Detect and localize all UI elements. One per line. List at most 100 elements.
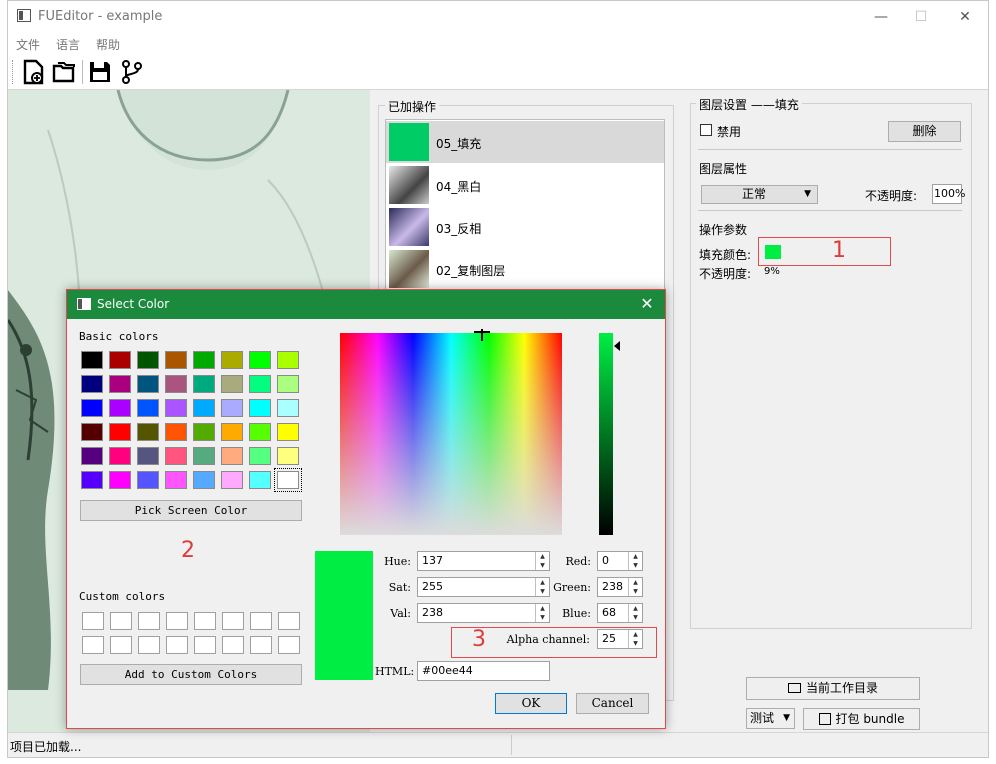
custom-color-swatch[interactable]	[110, 636, 132, 654]
custom-color-swatch[interactable]	[278, 636, 300, 654]
basic-color-swatch[interactable]	[165, 471, 187, 489]
hue-saturation-picker[interactable]	[340, 329, 562, 535]
spin-arrows-icon[interactable]: ▲ ▼	[535, 578, 549, 596]
sat-input[interactable]: 255 ▲ ▼	[417, 577, 550, 597]
basic-color-swatch[interactable]	[109, 399, 131, 417]
basic-color-swatch[interactable]	[165, 447, 187, 465]
list-item[interactable]: 04_黑白	[386, 164, 664, 206]
value-slider-handle-icon[interactable]	[614, 341, 620, 351]
basic-color-swatch[interactable]	[249, 447, 271, 465]
open-folder-icon[interactable]	[52, 59, 76, 85]
basic-color-swatch[interactable]	[165, 399, 187, 417]
save-icon[interactable]	[88, 59, 112, 85]
opacity-input[interactable]: 100%	[932, 184, 965, 204]
custom-color-swatch[interactable]	[110, 612, 132, 630]
basic-color-swatch[interactable]	[277, 423, 299, 441]
basic-color-swatch[interactable]	[137, 447, 159, 465]
html-input[interactable]: #00ee44	[417, 661, 550, 681]
basic-color-swatch[interactable]	[81, 471, 103, 489]
disable-checkbox[interactable]	[700, 124, 712, 136]
pack-bundle-button[interactable]: 打包 bundle	[803, 708, 920, 730]
basic-color-swatch[interactable]	[109, 375, 131, 393]
custom-color-swatch[interactable]	[82, 612, 104, 630]
basic-color-swatch[interactable]	[165, 375, 187, 393]
basic-color-swatch[interactable]	[137, 471, 159, 489]
custom-color-swatch[interactable]	[278, 612, 300, 630]
basic-color-swatch[interactable]	[81, 423, 103, 441]
blue-input[interactable]: 68 ▲ ▼	[597, 603, 643, 623]
basic-color-swatch[interactable]	[81, 375, 103, 393]
mode-select[interactable]: 测试 ▼	[746, 708, 795, 729]
custom-color-swatch[interactable]	[194, 636, 216, 654]
basic-color-swatch[interactable]	[249, 471, 271, 489]
basic-color-swatch[interactable]	[249, 351, 271, 369]
green-input[interactable]: 238 ▲ ▼	[597, 577, 643, 597]
custom-color-swatch[interactable]	[250, 612, 272, 630]
add-custom-colors-button[interactable]: Add to Custom Colors	[80, 664, 302, 685]
custom-color-swatch[interactable]	[194, 612, 216, 630]
basic-color-swatch[interactable]	[274, 468, 302, 492]
delete-button[interactable]: 删除	[888, 121, 961, 142]
spin-arrows-icon[interactable]: ▲ ▼	[628, 630, 642, 648]
maximize-button[interactable]: ☐	[898, 5, 944, 29]
basic-color-swatch[interactable]	[109, 423, 131, 441]
workdir-button[interactable]: 当前工作目录	[746, 677, 920, 700]
basic-color-swatch[interactable]	[277, 375, 299, 393]
basic-color-swatch[interactable]	[193, 447, 215, 465]
basic-color-swatch[interactable]	[109, 351, 131, 369]
basic-color-swatch[interactable]	[277, 351, 299, 369]
basic-color-swatch[interactable]	[221, 447, 243, 465]
branch-icon[interactable]	[120, 59, 144, 85]
custom-color-swatch[interactable]	[166, 636, 188, 654]
red-input[interactable]: 0 ▲ ▼	[597, 551, 643, 571]
val-input[interactable]: 238 ▲ ▼	[417, 603, 550, 623]
basic-color-swatch[interactable]	[221, 423, 243, 441]
basic-color-swatch[interactable]	[109, 471, 131, 489]
basic-color-swatch[interactable]	[137, 423, 159, 441]
pick-screen-color-button[interactable]: Pick Screen Color	[80, 500, 302, 521]
custom-color-swatch[interactable]	[166, 612, 188, 630]
custom-color-swatch[interactable]	[138, 612, 160, 630]
new-file-icon[interactable]	[22, 59, 46, 85]
basic-color-swatch[interactable]	[193, 351, 215, 369]
basic-color-swatch[interactable]	[165, 351, 187, 369]
menu-help[interactable]: 帮助	[96, 36, 120, 53]
spin-arrows-icon[interactable]: ▲ ▼	[628, 552, 642, 570]
basic-color-swatch[interactable]	[193, 471, 215, 489]
alpha-input[interactable]: 25 ▲ ▼	[597, 629, 643, 649]
custom-color-swatch[interactable]	[222, 612, 244, 630]
spin-arrows-icon[interactable]: ▲ ▼	[628, 604, 642, 622]
basic-color-swatch[interactable]	[137, 351, 159, 369]
blend-mode-select[interactable]: 正常 ▼	[701, 185, 818, 204]
basic-color-swatch[interactable]	[249, 375, 271, 393]
basic-color-swatch[interactable]	[137, 375, 159, 393]
cancel-button[interactable]: Cancel	[576, 693, 649, 714]
basic-color-swatch[interactable]	[221, 375, 243, 393]
basic-color-swatch[interactable]	[277, 399, 299, 417]
hue-input[interactable]: 137 ▲ ▼	[417, 551, 550, 571]
close-button[interactable]: ✕	[942, 5, 988, 29]
basic-color-swatch[interactable]	[193, 399, 215, 417]
custom-color-swatch[interactable]	[82, 636, 104, 654]
spin-arrows-icon[interactable]: ▲ ▼	[628, 578, 642, 596]
value-slider[interactable]	[599, 333, 613, 535]
basic-color-swatch[interactable]	[193, 375, 215, 393]
ok-button[interactable]: OK	[495, 693, 567, 714]
custom-color-swatch[interactable]	[222, 636, 244, 654]
custom-color-swatch[interactable]	[250, 636, 272, 654]
list-item[interactable]: 05_填充	[386, 121, 664, 163]
basic-color-swatch[interactable]	[81, 447, 103, 465]
basic-color-swatch[interactable]	[221, 351, 243, 369]
basic-color-swatch[interactable]	[81, 399, 103, 417]
basic-color-swatch[interactable]	[221, 399, 243, 417]
dialog-close-button[interactable]: ✕	[637, 294, 657, 313]
spin-arrows-icon[interactable]: ▲ ▼	[535, 552, 549, 570]
basic-color-swatch[interactable]	[137, 399, 159, 417]
basic-color-swatch[interactable]	[249, 423, 271, 441]
basic-color-swatch[interactable]	[221, 471, 243, 489]
list-item[interactable]: 02_复制图层	[386, 248, 664, 290]
menu-language[interactable]: 语言	[56, 36, 80, 53]
custom-color-swatch[interactable]	[138, 636, 160, 654]
basic-color-swatch[interactable]	[249, 399, 271, 417]
basic-color-swatch[interactable]	[193, 423, 215, 441]
